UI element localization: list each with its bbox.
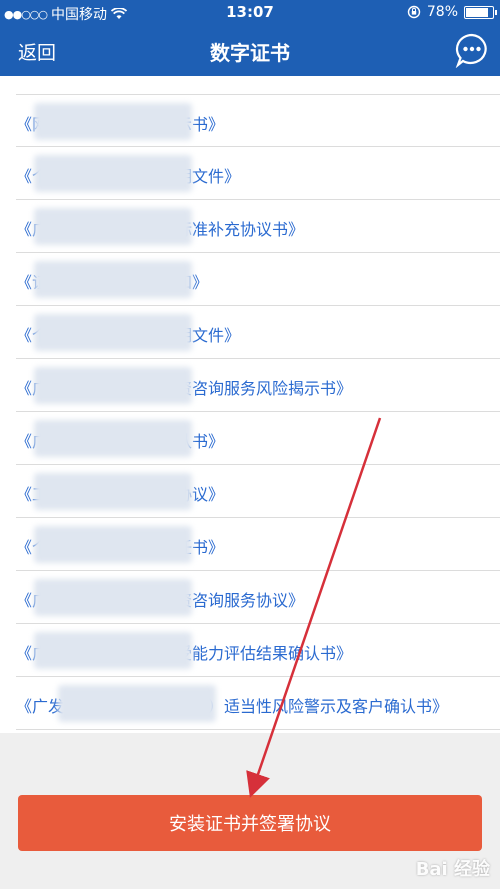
blur-redaction — [34, 632, 192, 669]
blur-redaction — [34, 155, 192, 192]
document-item[interactable]: 《工商银行第三方存管协议》 — [16, 465, 500, 518]
document-item[interactable]: 《广发证券投顾服务投资咨询服务协议》 — [16, 571, 500, 624]
orientation-lock-icon — [407, 5, 421, 19]
document-item[interactable]: 《广发证券金融产品（服务）适当性风险警示及客户确认书》 — [16, 677, 500, 730]
document-item[interactable]: 《广发证券营业部服务标准补充协议书》 — [16, 200, 500, 253]
blur-redaction — [34, 526, 192, 563]
blur-redaction — [34, 261, 192, 298]
document-item[interactable]: 《广发证券开户业务确认书》 — [16, 412, 500, 465]
blur-redaction — [34, 314, 192, 351]
document-item[interactable]: 《个人数字证书申请责任书》 — [16, 518, 500, 571]
document-item[interactable]: 《证券账户业务办理须知》 — [16, 253, 500, 306]
nav-bar: 返回 数字证书 — [0, 26, 500, 76]
battery-fill — [466, 7, 488, 17]
back-button[interactable]: 返回 — [18, 38, 56, 65]
blur-redaction — [34, 103, 192, 140]
document-item[interactable]: 《个人信息使用授权声明文件》 — [16, 306, 500, 359]
document-item[interactable]: 《广发证券客户风险承受能力评估结果确认书》 — [16, 624, 500, 677]
status-bar: ●●○○○ 中国移动 13:07 78% — [0, 0, 500, 26]
install-certificate-sign-button[interactable]: 安装证书并签署协议 — [18, 795, 482, 851]
document-item[interactable]: 《网上自助开户风险揭示书》 — [16, 94, 500, 147]
page-title: 数字证书 — [210, 41, 290, 65]
status-right: 78% — [407, 4, 497, 20]
battery-icon — [464, 5, 497, 19]
document-item[interactable]: 《广发证券投顾服务投资咨询服务风险揭示书》 — [16, 359, 500, 412]
blur-redaction — [34, 420, 192, 457]
blur-redaction — [34, 579, 192, 616]
battery-percent: 78% — [426, 4, 458, 20]
blur-redaction — [34, 208, 192, 245]
blur-redaction — [34, 367, 192, 404]
document-item[interactable]: 《个人客户隐私信息声明文件》 — [16, 147, 500, 200]
document-list: 《网上自助开户风险揭示书》《个人客户隐私信息声明文件》《广发证券营业部服务标准补… — [0, 94, 500, 730]
blur-redaction — [34, 473, 192, 510]
baidu-watermark: Bai 经验 — [415, 859, 490, 880]
blur-redaction — [58, 685, 216, 722]
chat-more-icon[interactable] — [454, 32, 490, 68]
